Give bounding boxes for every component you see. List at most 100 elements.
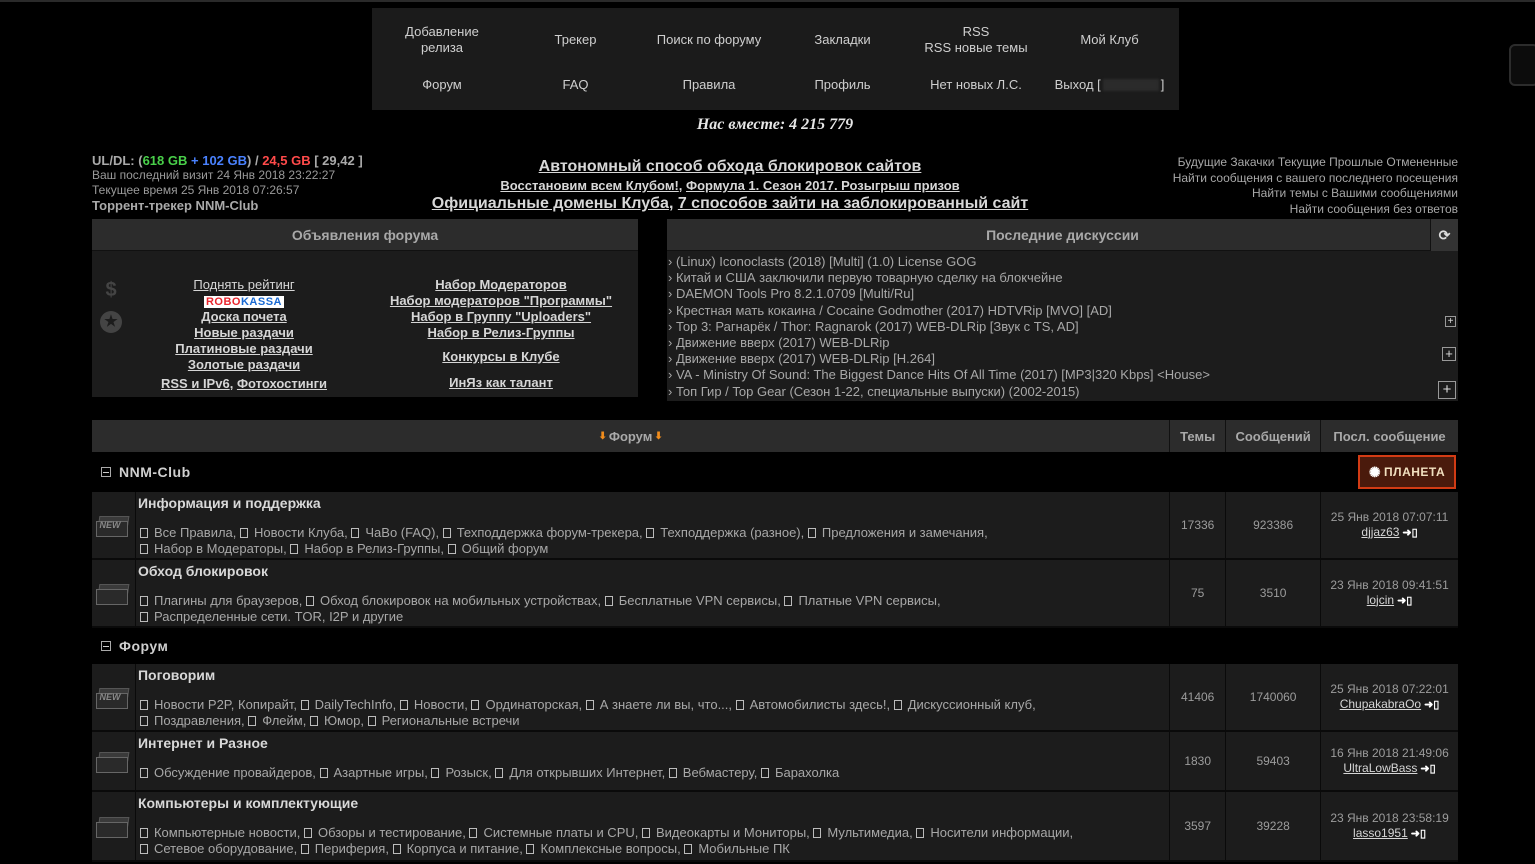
subforum-label[interactable]: Системные платы и CPU xyxy=(483,825,634,840)
raise-rating-link[interactable]: Поднять рейтинг xyxy=(144,277,344,293)
subforum-label[interactable]: Обсуждение провайдеров xyxy=(154,765,312,780)
subforum-label[interactable]: Юмор xyxy=(324,713,360,728)
gold-releases-link[interactable]: Золотые раздачи xyxy=(144,357,344,373)
subforum-label[interactable]: Общий форум xyxy=(462,541,549,556)
subforum-label[interactable]: Азартные игры xyxy=(334,765,425,780)
category-forum[interactable]: Форум xyxy=(92,628,1458,664)
subforum-label[interactable]: Мультимедиа xyxy=(827,825,909,840)
nav-logout[interactable]: Выход [] xyxy=(1046,67,1173,103)
discussion-item[interactable]: › Топ Гир / Top Gear (Сезон 1-22, специа… xyxy=(668,384,1458,400)
subforum-label[interactable]: Корпуса и питание xyxy=(407,841,520,856)
formula1-link[interactable]: Формула 1. Сезон 2017. Розыгрыш призов xyxy=(686,178,960,193)
cancelled-downloads-link[interactable]: Отмененные xyxy=(1386,155,1458,169)
nav-rss-new-topics[interactable]: RSS новые темы xyxy=(924,40,1027,56)
subforum-label[interactable]: Бесплатные VPN сервисы xyxy=(619,593,777,608)
programs-moderators-link[interactable]: Набор модераторов "Программы" xyxy=(376,293,626,309)
uploaders-group-link[interactable]: Набор в Группу "Uploaders" xyxy=(376,309,626,325)
photohost-link[interactable]: Фотохостинги xyxy=(237,376,327,391)
unanswered-link[interactable]: Найти сообщения без ответов xyxy=(1290,202,1458,216)
forum-title[interactable]: Обход блокировок xyxy=(138,562,1167,580)
subforum-label[interactable]: Платные VPN сервисы xyxy=(798,593,937,608)
subforum-label[interactable]: Розыск xyxy=(445,765,488,780)
future-downloads-link[interactable]: Будущие Закачки xyxy=(1178,155,1275,169)
goto-post-icon[interactable]: ➜▯ xyxy=(1411,828,1426,840)
contests-link[interactable]: Конкурсы в Клубе xyxy=(376,349,626,365)
robokassa-logo[interactable]: ROBOKASSA xyxy=(203,296,284,308)
subforum-label[interactable]: Набор в Релиз-Группы xyxy=(304,541,440,556)
nav-forum-search[interactable]: Поиск по форуму xyxy=(639,12,779,67)
current-downloads-link[interactable]: Текущие xyxy=(1278,155,1326,169)
header-forum[interactable]: ⬇ Форум ⬇ xyxy=(92,420,1171,452)
nav-faq[interactable]: FAQ xyxy=(512,67,639,103)
nav-rss[interactable]: RSS RSS новые темы xyxy=(906,12,1046,67)
restore-club-link[interactable]: Восстановим всем Клубом! xyxy=(500,178,678,193)
your-topics-link[interactable]: Найти темы с Вашими сообщениями xyxy=(1252,186,1458,200)
subforum-label[interactable]: Вебмастеру xyxy=(683,765,754,780)
nav-bookmarks[interactable]: Закладки xyxy=(779,12,906,67)
nav-add-release[interactable]: Добавление релиза xyxy=(397,12,487,67)
collapse-icon[interactable] xyxy=(101,641,111,651)
forum-title[interactable]: Поговорим xyxy=(138,666,1167,684)
subforum-label[interactable]: DailyTechInfo xyxy=(315,697,393,712)
discussion-item[interactable]: › DAEMON Tools Pro 8.2.1.0709 [Multi/Ru] xyxy=(668,286,1458,302)
nav-tracker[interactable]: Трекер xyxy=(512,12,639,67)
nav-rules[interactable]: Правила xyxy=(639,67,779,103)
nav-profile[interactable]: Профиль xyxy=(779,67,906,103)
refresh-icon[interactable]: ⟳ xyxy=(1430,219,1458,251)
subforum-label[interactable]: Ординаторская xyxy=(485,697,578,712)
subforum-label[interactable]: Обзоры и тестирование xyxy=(318,825,462,840)
subforum-label[interactable]: Периферия xyxy=(315,841,386,856)
subforum-label[interactable]: Комплексные вопросы xyxy=(540,841,677,856)
seven-ways-link[interactable]: 7 способов зайти на заблокированный сайт xyxy=(678,195,1028,212)
subforum-label[interactable]: Компьютерные новости xyxy=(154,825,297,840)
subforum-label[interactable]: Техподдержка (разное) xyxy=(660,525,800,540)
last-post-user[interactable]: djjaz63 xyxy=(1361,525,1399,539)
goto-post-icon[interactable]: ➜▯ xyxy=(1420,763,1435,775)
last-post-user[interactable]: UltraLowBass xyxy=(1343,761,1417,775)
subforum-label[interactable]: Флейм xyxy=(262,713,302,728)
last-post-user[interactable]: ChupakabraOo xyxy=(1340,697,1421,711)
subforum-label[interactable]: Для открывших Интернет xyxy=(509,765,661,780)
subforum-label[interactable]: Новости P2P, Копирайт xyxy=(154,697,293,712)
new-releases-link[interactable]: Новые раздачи xyxy=(144,325,344,341)
last-post-user[interactable]: lasso1951 xyxy=(1353,826,1408,840)
discussion-item[interactable]: › Движение вверх (2017) WEB-DLRip [H.264… xyxy=(668,351,1458,367)
honor-board-link[interactable]: Доска почета xyxy=(144,309,344,325)
discussion-item[interactable]: › Тор 3: Рагнарёк / Thor: Ragnarok (2017… xyxy=(668,319,1458,335)
subforum-label[interactable]: Набор в Модераторы xyxy=(154,541,283,556)
official-domains-link[interactable]: Официальные домены Клуба xyxy=(432,195,669,212)
side-panel-tab[interactable] xyxy=(1509,44,1535,86)
nav-private-messages[interactable]: Нет новых Л.С. xyxy=(906,67,1046,103)
subforum-label[interactable]: Новости Клуба xyxy=(254,525,344,540)
discussion-item[interactable]: › VA - Ministry Of Sound: The Biggest Da… xyxy=(668,367,1458,383)
rss-ipv6-link[interactable]: RSS и IPv6 xyxy=(161,376,230,391)
subforum-label[interactable]: А знаете ли вы, что... xyxy=(600,697,729,712)
forum-title[interactable]: Интернет и Разное xyxy=(138,734,1167,752)
discussion-item[interactable]: › Движение вверх (2017) WEB-DLRip xyxy=(668,335,1458,351)
subforum-label[interactable]: Мобильные ПК xyxy=(698,841,790,856)
nav-my-club[interactable]: Мой Клуб xyxy=(1046,12,1173,67)
subforum-label[interactable]: Видеокарты и Мониторы xyxy=(656,825,806,840)
category-nnm-club[interactable]: NNM-Club ✺ ПЛАНЕТА xyxy=(92,452,1458,492)
forum-title[interactable]: Компьютеры и комплектующие xyxy=(138,794,1167,812)
subforum-label[interactable]: Дискуссионный клуб xyxy=(908,697,1032,712)
nav-rss-label[interactable]: RSS xyxy=(963,24,990,40)
subforum-label[interactable]: Распределенные сети. TOR, I2P и другие xyxy=(154,609,403,624)
forum-title[interactable]: Информация и поддержка xyxy=(138,494,1167,512)
nav-forum[interactable]: Форум xyxy=(372,67,512,103)
subforum-label[interactable]: Сетевое оборудование xyxy=(154,841,294,856)
subforum-label[interactable]: Автомобилисты здесь! xyxy=(750,697,887,712)
since-last-visit-link[interactable]: Найти сообщения с вашего последнего посе… xyxy=(1173,171,1458,185)
subforum-label[interactable]: Предложения и замечания xyxy=(822,525,984,540)
past-downloads-link[interactable]: Прошлые xyxy=(1329,155,1383,169)
discussion-item[interactable]: › Китай и США заключили первую товарную … xyxy=(668,270,1458,286)
subforum-label[interactable]: Обход блокировок на мобильных устройства… xyxy=(320,593,598,608)
goto-post-icon[interactable]: ➜▯ xyxy=(1424,699,1439,711)
subforum-label[interactable]: Носители информации xyxy=(930,825,1069,840)
subforum-label[interactable]: Новости xyxy=(414,697,464,712)
bypass-blocks-link[interactable]: Автономный способ обхода блокировок сайт… xyxy=(539,158,922,175)
collapse-icon[interactable] xyxy=(101,467,111,477)
discussion-item[interactable]: › (Linux) Iconoclasts (2018) [Multi] (1.… xyxy=(668,254,1458,270)
discussion-item[interactable]: › Крестная мать кокаина / Cocaine Godmot… xyxy=(668,303,1458,319)
goto-post-icon[interactable]: ➜▯ xyxy=(1402,527,1417,539)
